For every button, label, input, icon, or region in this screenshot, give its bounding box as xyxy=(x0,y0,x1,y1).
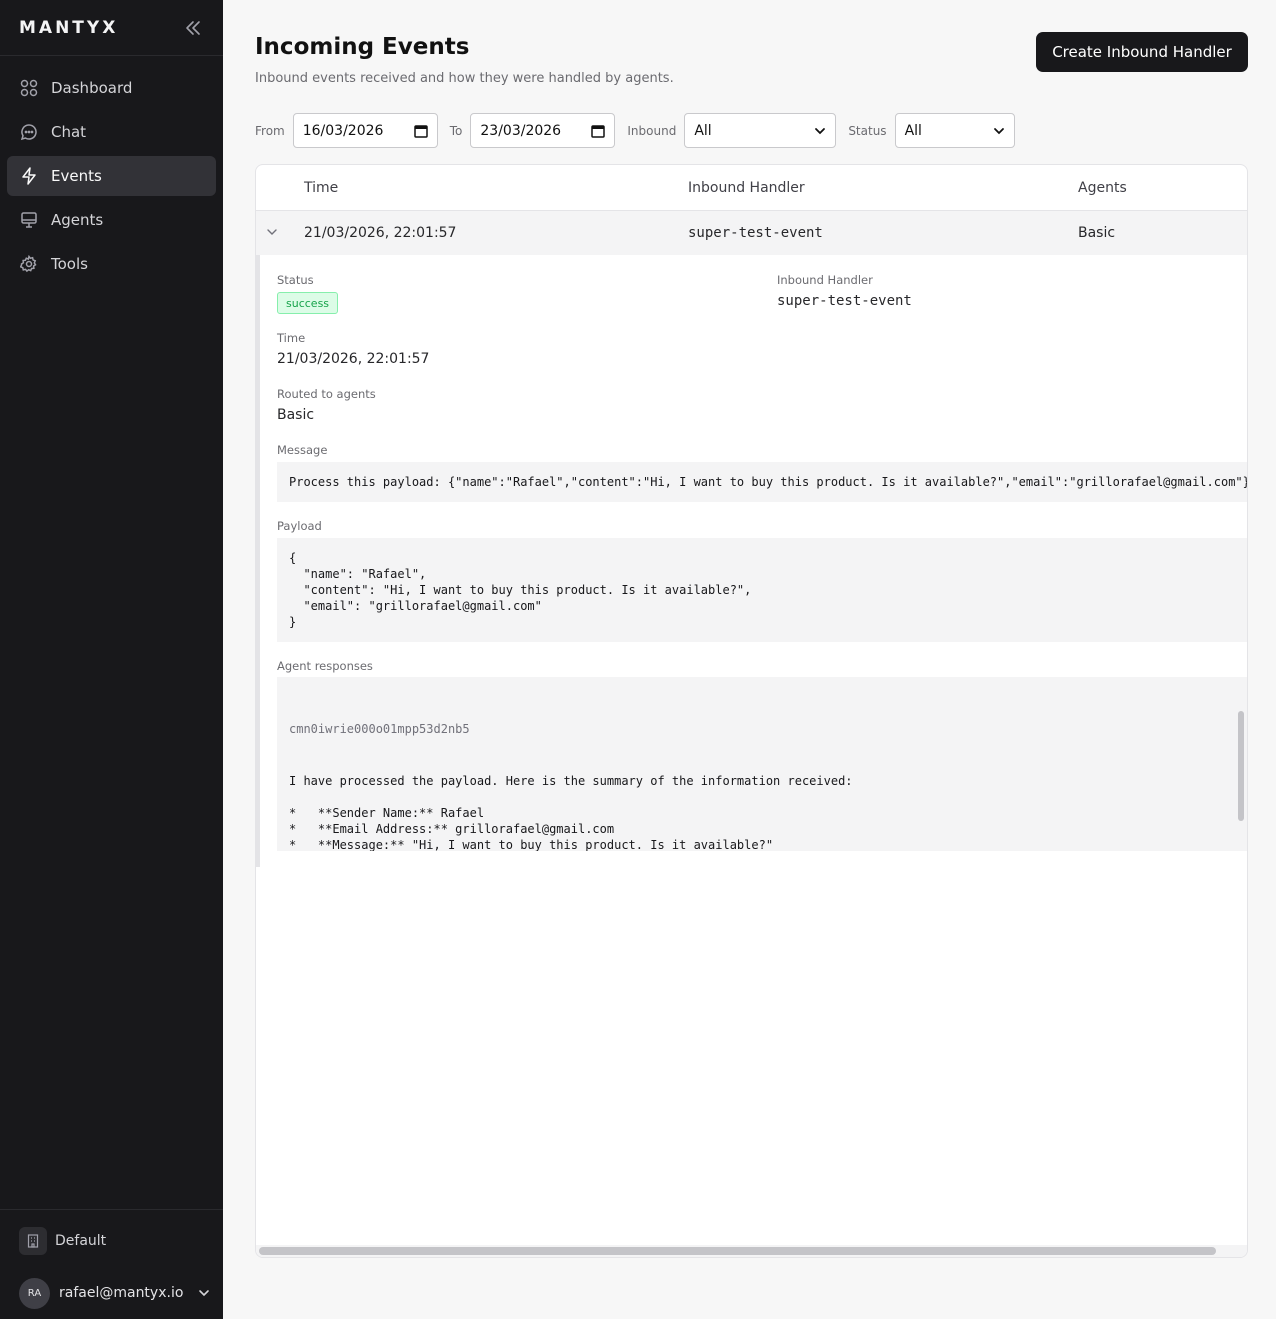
response-id: cmn0iwrie000o01mpp53d2nb5 xyxy=(289,722,470,736)
detail-routed-label: Routed to agents xyxy=(277,387,376,401)
inbound-label: Inbound xyxy=(627,123,677,138)
sidebar-item-label: Events xyxy=(51,167,102,185)
horizontal-scrollbar[interactable] xyxy=(259,1247,1216,1255)
payload-box: { "name": "Rafael", "content": "Hi, I wa… xyxy=(277,538,1247,642)
detail-time-value: 21/03/2026, 22:01:57 xyxy=(277,351,430,367)
sidebar-item-events[interactable]: Events xyxy=(7,156,216,196)
workspace-switcher[interactable]: Default xyxy=(0,1226,223,1256)
table-header: Time Inbound Handler Agents xyxy=(256,165,1247,211)
sidebar-item-label: Tools xyxy=(51,255,88,273)
to-label: To xyxy=(449,123,463,138)
row-handler: super-test-event xyxy=(688,225,823,241)
calendar-icon[interactable] xyxy=(591,124,606,138)
sidebar-item-label: Dashboard xyxy=(51,79,133,97)
inbound-select-value: All xyxy=(694,122,712,139)
detail-handler-label: Inbound Handler xyxy=(777,273,873,287)
detail-status-label: Status xyxy=(277,273,314,287)
table-row[interactable]: 21/03/2026, 22:01:57 super-test-event Ba… xyxy=(256,211,1247,255)
filter-bar: From 16/03/2026 To 23/03/2026 Inbound Al… xyxy=(255,113,1027,148)
column-header-inbound-handler[interactable]: Inbound Handler xyxy=(688,180,805,196)
detail-payload-label: Payload xyxy=(277,519,322,533)
detail-handler-value: super-test-event xyxy=(777,293,912,309)
chevron-down-icon xyxy=(815,127,826,134)
from-date-value: 16/03/2026 xyxy=(302,122,384,139)
grid-icon xyxy=(20,79,38,97)
workspace-name: Default xyxy=(55,1233,107,1249)
chevron-down-icon[interactable] xyxy=(266,226,278,238)
chevron-down-icon xyxy=(993,127,1004,134)
response-text: I have processed the payload. Here is th… xyxy=(289,774,853,851)
bolt-icon xyxy=(22,167,36,185)
row-agents: Basic xyxy=(1078,225,1116,241)
detail-message-label: Message xyxy=(277,443,328,457)
create-inbound-handler-button[interactable]: Create Inbound Handler xyxy=(1036,32,1248,72)
from-label: From xyxy=(255,123,285,138)
detail-time-label: Time xyxy=(277,331,306,345)
row-time: 21/03/2026, 22:01:57 xyxy=(304,225,457,241)
events-table: Time Inbound Handler Agents 21/03/2026, … xyxy=(255,164,1248,1258)
calendar-icon[interactable] xyxy=(413,124,428,138)
user-email: rafael@mantyx.io xyxy=(59,1285,184,1301)
chevron-down-icon[interactable] xyxy=(197,1286,211,1300)
brand-logo: MANTYX xyxy=(19,17,119,38)
avatar: RA xyxy=(19,1277,50,1309)
page-subtitle: Inbound events received and how they wer… xyxy=(255,71,674,86)
main-content: Incoming Events Inbound events received … xyxy=(223,0,1276,1319)
gear-icon xyxy=(20,255,37,273)
building-icon xyxy=(19,1227,47,1255)
column-header-time[interactable]: Time xyxy=(304,180,338,196)
detail-routed-value: Basic xyxy=(277,407,315,423)
vertical-scrollbar[interactable] xyxy=(1238,711,1244,821)
status-select-value: All xyxy=(904,122,922,139)
collapse-sidebar-icon[interactable] xyxy=(183,18,203,38)
sidebar-item-label: Agents xyxy=(51,211,104,229)
sidebar-item-chat[interactable]: Chat xyxy=(7,112,216,152)
message-box: Process this payload: {"name":"Rafael","… xyxy=(277,462,1247,502)
column-header-agents[interactable]: Agents xyxy=(1078,180,1127,196)
sidebar-item-label: Chat xyxy=(51,123,87,141)
chat-icon xyxy=(20,124,37,141)
to-date-input[interactable]: 23/03/2026 xyxy=(470,113,616,148)
from-date-input[interactable]: 16/03/2026 xyxy=(292,113,438,148)
sidebar-footer: Default RA rafael@mantyx.io xyxy=(0,1209,223,1319)
user-menu[interactable]: RA rafael@mantyx.io xyxy=(0,1276,223,1310)
page-title: Incoming Events xyxy=(255,34,470,60)
monitor-icon xyxy=(21,212,37,228)
inbound-select[interactable]: All xyxy=(684,113,837,148)
detail-responses-label: Agent responses xyxy=(277,659,373,673)
sidebar-nav: Dashboard Chat Events Agents Tools xyxy=(0,56,223,284)
sidebar: MANTYX Dashboard Chat Events Agents Tool… xyxy=(0,0,223,1319)
sidebar-header: MANTYX xyxy=(0,0,223,56)
sidebar-item-tools[interactable]: Tools xyxy=(7,244,216,284)
event-detail-panel: Status success Inbound Handler super-tes… xyxy=(256,255,1247,867)
status-label: Status xyxy=(848,123,887,138)
status-badge: success xyxy=(277,292,339,314)
sidebar-item-agents[interactable]: Agents xyxy=(7,200,216,240)
to-date-value: 23/03/2026 xyxy=(480,122,562,139)
agent-response-box[interactable]: cmn0iwrie000o01mpp53d2nb5 I have process… xyxy=(277,677,1247,851)
horizontal-scrollbar-track xyxy=(256,1245,1247,1257)
sidebar-item-dashboard[interactable]: Dashboard xyxy=(7,68,216,108)
status-select[interactable]: All xyxy=(894,113,1015,148)
